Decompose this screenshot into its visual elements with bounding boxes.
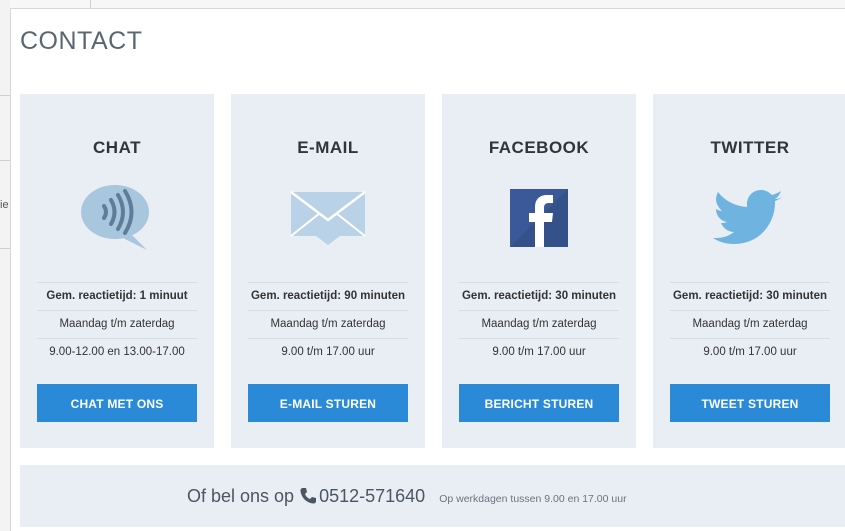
speech-bubble-icon: [77, 182, 157, 252]
card-title: CHAT: [93, 138, 141, 157]
opening-hours: 9.00 t/m 17.00 uur: [670, 338, 830, 366]
contact-modal: CONTACT CHAT Gem. reactietijd: 1 minuut …: [11, 9, 845, 531]
twitter-bird-icon: [710, 182, 790, 252]
opening-hours: 9.00-12.00 en 13.00-17.00: [37, 338, 197, 366]
opening-days: Maandag t/m zaterdag: [670, 310, 830, 338]
card-info: Gem. reactietijd: 1 minuut Maandag t/m z…: [37, 282, 197, 366]
opening-hours: 9.00 t/m 17.00 uur: [248, 338, 408, 366]
background-text-fragment: ie: [0, 199, 9, 211]
response-time: Gem. reactietijd: 90 minuten: [248, 282, 408, 310]
modal-title: CONTACT: [20, 27, 143, 55]
email-button[interactable]: E-MAIL STUREN: [248, 384, 408, 422]
contact-card-chat: CHAT Gem. reactietijd: 1 minuut Maandag …: [20, 94, 214, 448]
background-top-strip: [10, 0, 845, 9]
card-info: Gem. reactietijd: 30 minuten Maandag t/m…: [670, 282, 830, 366]
contact-card-twitter: TWITTER Gem. reactietijd: 30 minuten Maa…: [653, 94, 845, 448]
tweet-button[interactable]: TWEET STUREN: [670, 384, 830, 422]
phone-line: Of bel ons op 0512-571640 Op werkdagen tus…: [187, 465, 627, 527]
background-divider: [0, 160, 10, 161]
background-page: ie: [0, 0, 11, 531]
background-divider: [0, 248, 10, 249]
facebook-icon: [499, 182, 579, 252]
phone-icon: [300, 469, 317, 531]
phone-bar: Of bel ons op 0512-571640 Op werkdagen tus…: [20, 465, 845, 527]
response-time: Gem. reactietijd: 30 minuten: [459, 282, 619, 310]
chat-button[interactable]: CHAT MET ONS: [37, 384, 197, 422]
card-title: E-MAIL: [297, 138, 359, 157]
contact-card-facebook: FACEBOOK Gem. reactietijd: 30 minuten Ma…: [442, 94, 636, 448]
phone-number[interactable]: 0512-571640: [319, 486, 425, 506]
opening-days: Maandag t/m zaterdag: [459, 310, 619, 338]
phone-lead-text: Of bel ons op: [187, 486, 295, 506]
contact-card-email: E-MAIL Gem. reactietijd: 90 minuten Maan…: [231, 94, 425, 448]
phone-hours-note: Op werkdagen tussen 9.00 en 17.00 uur: [439, 493, 627, 505]
card-info: Gem. reactietijd: 90 minuten Maandag t/m…: [248, 282, 408, 366]
response-time: Gem. reactietijd: 1 minuut: [37, 282, 197, 310]
envelope-icon: [288, 182, 368, 252]
facebook-button[interactable]: BERICHT STUREN: [459, 384, 619, 422]
background-divider: [0, 95, 10, 96]
opening-days: Maandag t/m zaterdag: [37, 310, 197, 338]
card-info: Gem. reactietijd: 30 minuten Maandag t/m…: [459, 282, 619, 366]
opening-days: Maandag t/m zaterdag: [248, 310, 408, 338]
card-title: FACEBOOK: [488, 138, 590, 157]
response-time: Gem. reactietijd: 30 minuten: [670, 282, 830, 310]
opening-hours: 9.00 t/m 17.00 uur: [459, 338, 619, 366]
background-divider: [90, 0, 91, 8]
card-title: TWITTER: [710, 138, 790, 157]
